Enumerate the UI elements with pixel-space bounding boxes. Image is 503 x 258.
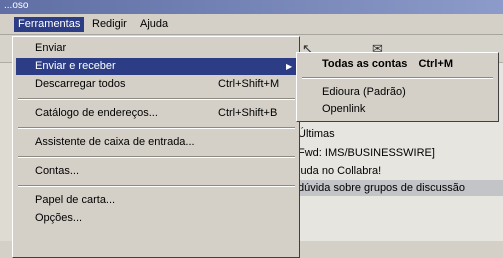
- menu-item-shortcut: Ctrl+Shift+B: [218, 107, 278, 119]
- menu-redigir[interactable]: Redigir: [88, 17, 131, 32]
- menu-separator: [18, 127, 295, 129]
- submenu-item-shortcut: Ctrl+M: [418, 58, 453, 70]
- menu-item-label: Catálogo de endereços...: [35, 107, 158, 119]
- ferramentas-menu: Enviar Enviar e receber ▶ Descarregar to…: [12, 36, 300, 258]
- submenu-separator: [302, 77, 493, 79]
- menu-item-shortcut: Ctrl+Shift+M: [218, 78, 280, 90]
- menu-separator: [18, 185, 295, 187]
- menu-item-enviar-receber[interactable]: Enviar e receber ▶: [16, 58, 297, 75]
- menu-item-catalogo-enderecos[interactable]: Catálogo de endereços... Ctrl+Shift+B: [16, 105, 297, 122]
- menu-item-label: Descarregar todos: [35, 78, 126, 90]
- submenu-item-edioura[interactable]: Edioura (Padrão): [300, 84, 495, 101]
- enviar-receber-submenu: Todas as contas Ctrl+M Edioura (Padrão) …: [296, 52, 499, 122]
- menu-item-label: Assistente de caixa de entrada...: [35, 136, 195, 148]
- menu-item-label: Enviar: [35, 42, 67, 54]
- menu-item-descarregar-todos[interactable]: Descarregar todos Ctrl+Shift+M: [16, 76, 297, 93]
- submenu-item-label: Edioura (Padrão): [322, 86, 406, 98]
- message-row[interactable]: Fwd: IMS/BUSINESSWIRE]: [298, 145, 503, 161]
- submenu-item-label: Todas as contas: [322, 58, 408, 70]
- menu-ferramentas[interactable]: Ferramentas: [14, 17, 85, 32]
- message-row[interactable]: juda no Collabra!: [298, 163, 503, 179]
- menu-bar: Ferramentas Redigir Ajuda: [0, 14, 503, 35]
- submenu-arrow-icon: ▶: [286, 62, 293, 71]
- window-title: ...oso: [4, 0, 29, 11]
- menu-item-papel-carta[interactable]: Papel de carta...: [16, 192, 297, 209]
- menu-item-opcoes[interactable]: Opções...: [16, 210, 297, 227]
- submenu-item-todas-contas[interactable]: Todas as contas Ctrl+M: [300, 56, 495, 73]
- message-row[interactable]: Últimas: [298, 126, 503, 142]
- menu-separator: [18, 98, 295, 100]
- menu-item-contas[interactable]: Contas...: [16, 163, 297, 180]
- menu-item-label: Enviar e receber: [35, 60, 116, 72]
- submenu-item-label: Openlink: [322, 103, 366, 115]
- menu-item-label: Papel de carta...: [35, 194, 116, 206]
- menu-item-enviar[interactable]: Enviar: [16, 40, 297, 57]
- menu-item-label: Opções...: [35, 212, 83, 224]
- menu-separator: [18, 156, 295, 158]
- menu-item-assistente[interactable]: Assistente de caixa de entrada...: [16, 134, 297, 151]
- window-title-bar[interactable]: ...oso: [0, 0, 503, 14]
- submenu-item-openlink[interactable]: Openlink: [300, 101, 495, 118]
- message-row-selected[interactable]: dúvida sobre grupos de discussão: [298, 180, 503, 196]
- menu-item-label: Contas...: [35, 165, 80, 177]
- menu-ajuda[interactable]: Ajuda: [136, 17, 172, 32]
